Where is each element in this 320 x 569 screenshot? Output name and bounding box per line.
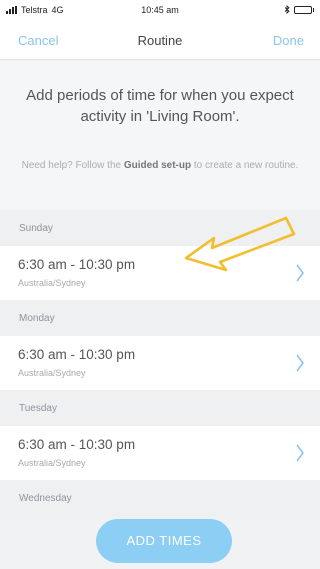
done-button[interactable]: Done: [273, 33, 304, 48]
intro-section: Add periods of time for when you expect …: [0, 61, 320, 210]
annotation-arrow-icon: [184, 216, 296, 272]
intro-headline: Add periods of time for when you expect …: [26, 87, 294, 125]
timezone: Australia/Sydney: [18, 368, 86, 378]
day-label: Tuesday: [19, 403, 57, 414]
routine-row-tuesday[interactable]: 6:30 am - 10:30 pm Australia/Sydney: [0, 426, 320, 480]
guided-setup-link[interactable]: Guided set-up: [124, 160, 191, 171]
day-header-wednesday: Wednesday: [0, 480, 320, 520]
status-bar: Telstra 4G 10:45 am: [0, 0, 320, 20]
time-range: 6:30 am - 10:30 pm: [18, 257, 136, 272]
routine-row-monday[interactable]: 6:30 am - 10:30 pm Australia/Sydney: [0, 336, 320, 390]
status-right: [284, 5, 314, 14]
help-suffix: to create a new routine.: [191, 160, 299, 171]
chevron-right-icon: [296, 354, 304, 372]
time-range: 6:30 am - 10:30 pm: [18, 347, 136, 362]
day-header-monday: Monday: [0, 300, 320, 336]
day-label: Sunday: [19, 223, 53, 234]
day-header-tuesday: Tuesday: [0, 390, 320, 426]
chevron-right-icon: [296, 444, 304, 462]
day-label: Monday: [19, 313, 55, 324]
bluetooth-icon: [284, 5, 290, 14]
battery-icon: [293, 5, 314, 14]
nav-bar: Cancel Routine Done: [0, 20, 320, 60]
timezone: Australia/Sydney: [18, 278, 86, 288]
help-text: Need help? Follow the Guided set-up to c…: [14, 156, 306, 176]
time-range: 6:30 am - 10:30 pm: [18, 437, 136, 452]
day-label: Wednesday: [19, 493, 72, 504]
status-time: 10:45 am: [141, 5, 179, 15]
timezone: Australia/Sydney: [18, 458, 86, 468]
help-prefix: Need help? Follow the: [21, 160, 124, 171]
add-times-button[interactable]: ADD TIMES: [96, 519, 232, 563]
